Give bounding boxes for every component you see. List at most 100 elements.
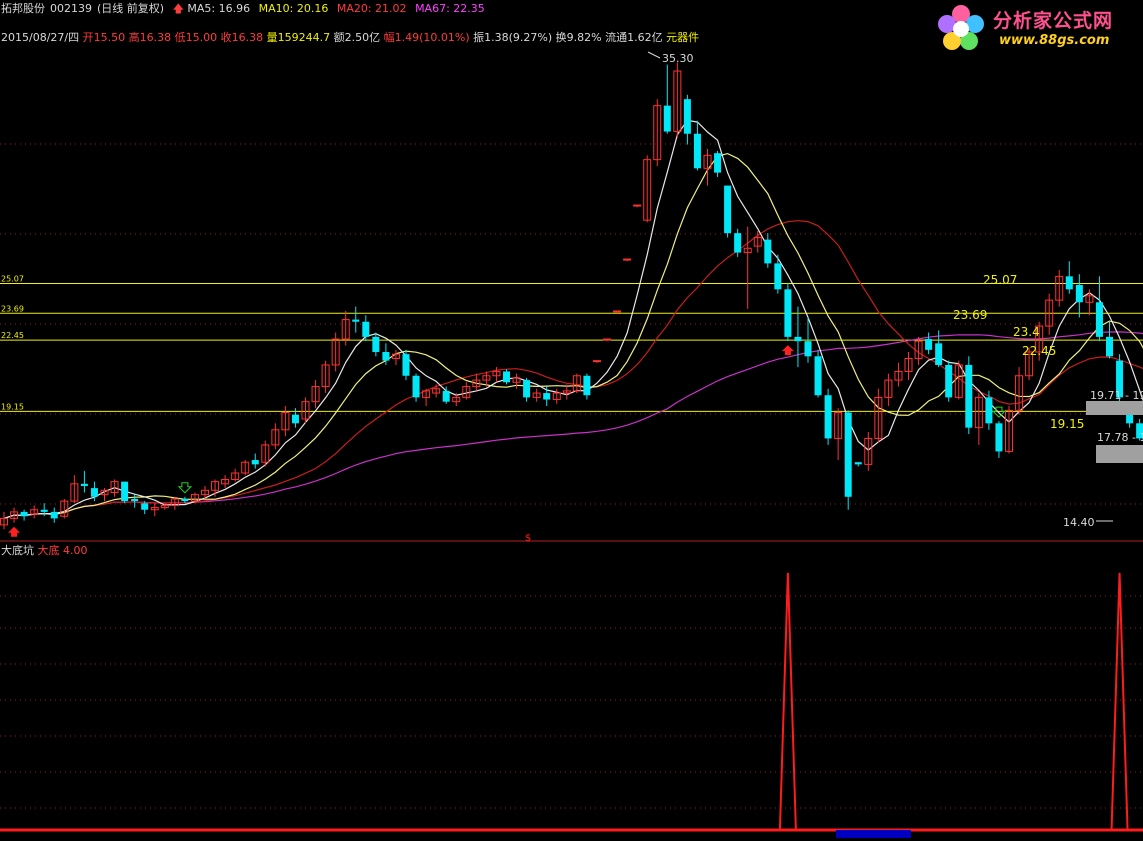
amount-label: 额2.50亿 [333,31,381,44]
candle-body-down [995,423,1003,452]
candle-body-up [592,360,601,363]
volume-label: 量159244.7 [266,31,331,44]
candle-body-down [814,356,822,396]
candle-body-down [794,336,802,342]
candle-body-down [372,336,380,352]
candle-body-down [935,343,943,365]
indicator-header: 大底坑 大底 4.00 [1,544,88,557]
level-axis-label: 22.45 [1,331,24,340]
candle-body-down [503,371,510,383]
float-shares-label: 流通1.62亿 [605,31,663,44]
indicator-series-name: 大底 [37,544,60,557]
level-axis-label: 19.15 [1,402,24,411]
level-label-25-07: 25.07 [983,273,1017,287]
date-cursor-box [836,830,911,838]
level-label-22-45: 22.45 [1022,344,1056,358]
high-price-label: 35.30 [662,52,694,65]
candle-body-down [724,185,732,234]
candle-body-down [1075,285,1083,303]
chart-header-line1: 拓邦股份 002139 (日线 前复权) 🡅 MA5: 16.96 MA10: 20… [1,2,490,15]
candle-body-down [693,133,701,169]
candle-body-up [613,310,622,313]
change-label: 幅1.49(10.01%) [383,31,470,44]
level-label-23-69: 23.69 [953,308,987,322]
ma20-label: MA20: 21.02 [336,2,407,15]
up-arrow-icon: 🡅 [172,2,184,15]
candle-body-down [945,364,953,398]
chart-header-line2: 2015/08/27/四 开15.50 高16.38 低15.00 收16.38… [1,31,699,44]
candle-body-up [623,258,632,261]
sector-label: 元器件 [666,31,700,44]
level-axis-label: 25.07 [1,274,24,283]
candle-body-down [412,375,420,398]
candle-body-down [131,498,139,502]
stock-code: 002139 [50,2,92,15]
turnover-label: 换9.82% [555,31,602,44]
candle-body-down [20,511,28,517]
candle-body-down [784,289,792,337]
site-logo: 分析家公式网 www.88gs.com [935,2,1135,54]
candle-body-down [1095,302,1103,337]
range-box-2 [1096,445,1143,463]
candle-body-down [774,263,782,290]
candle-body-down [121,481,129,502]
indicator-value: 4.00 [63,544,88,557]
candle-body-down [90,488,98,497]
candle-body-down [352,319,360,322]
open-label: 开15.50 [82,31,126,44]
candle-body-down [141,503,149,510]
candle-body-down [50,511,58,519]
candle-body-down [844,412,852,497]
candle-body-down [683,99,691,134]
candle-body-down [80,483,88,486]
candle-body-down [714,153,722,173]
candle-body-down [181,498,189,502]
candle-body-down [854,462,862,465]
chart-canvas[interactable]: 19.15 22.45 23.69 25.07 23.4 35.30 14.40 19.71 … [0,0,1143,838]
low-price-label: 14.40 [1063,516,1095,529]
candle-body-down [442,390,450,402]
ma10-label: MA10: 20.16 [258,2,329,15]
candle-body-down [804,341,812,357]
logo-title: 分析家公式网 [993,10,1114,32]
candle-body-down [362,321,370,337]
candle-body-down [985,397,993,424]
candle-body-down [734,233,742,253]
candle-body-down [583,375,591,396]
period-info[interactable]: (日线 前复权) [97,2,164,15]
candle-body-down [965,364,973,428]
level-label-23-4: 23.4 [1013,325,1040,339]
high-label: 高16.38 [128,31,172,44]
close-label: 收16.38 [220,31,264,44]
flower-logo-icon [938,5,984,50]
candle-body-down [523,380,531,398]
candle-body-down [925,339,933,350]
candle-body-down [1065,276,1073,290]
candle-body-down [1106,336,1113,357]
range-label-2: 17.78 - 1 [1097,431,1143,444]
low-label: 低15.00 [174,31,218,44]
candle-body-down [543,393,551,400]
indicator-name: 大底坑 [1,544,34,557]
candle-body-down [764,239,772,264]
candle-body-down [382,351,390,361]
ma67-label: MA67: 22.35 [415,2,485,15]
amplitude-label: 振1.38(9.27%) [473,31,553,44]
candle-body-up [633,204,642,207]
level-axis-label: 23.69 [1,304,24,313]
candle-body-down [402,354,410,376]
candle-body-up [603,338,611,341]
level-label-19-15: 19.15 [1050,417,1084,431]
signal-marker: $ [525,533,531,544]
range-box-1 [1086,401,1143,415]
date-label: 2015/08/27/四 [1,31,80,44]
logo-url[interactable]: www.88gs.com [999,33,1109,48]
chart-stage[interactable]: 19.15 22.45 23.69 25.07 23.4 35.30 14.40 19.71 … [0,0,1143,838]
candle-body-down [251,460,259,465]
candle-body-down [40,509,48,512]
ma5-label: MA5: 16.96 [187,2,251,15]
candle-body-down [824,395,832,439]
range-label-1: 19.71 - 19 [1090,389,1143,402]
candle-body-down [663,105,671,132]
candle-body-down [291,414,299,424]
